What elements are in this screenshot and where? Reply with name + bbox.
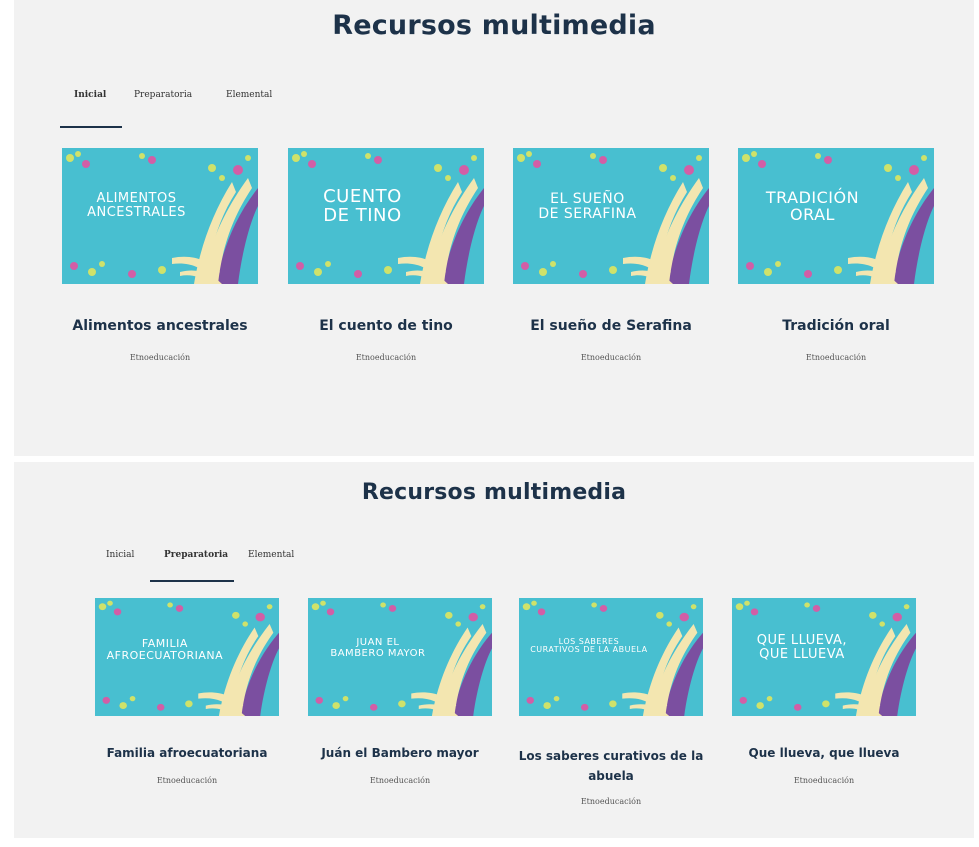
resource-title[interactable]: El cuento de tino	[268, 318, 504, 334]
thumbnail-line: ORAL	[790, 204, 835, 224]
resource-title[interactable]: Tradición oral	[718, 318, 954, 334]
tab-inicial[interactable]: Inicial	[74, 90, 106, 100]
resource-title[interactable]: Familia afroecuatoriana	[75, 746, 299, 760]
resource-source: Etnoeducación	[580, 797, 642, 806]
thumbnail-caption: LOS SABERES CURATIVOS DE LA ABUELA	[530, 637, 648, 655]
resource-thumbnail[interactable]: JUAN EL BAMBERO MAYOR	[308, 598, 492, 716]
thumbnail-caption: FAMILIA AFROECUATORIANA	[106, 638, 224, 661]
resource-thumbnail[interactable]: FAMILIA AFROECUATORIANA	[95, 598, 279, 716]
tab-elemental[interactable]: Elemental	[226, 90, 272, 100]
thumbnail-line: QUE LLUEVA	[759, 646, 845, 662]
active-tab-indicator	[150, 580, 234, 582]
resource-title[interactable]: Alimentos ancestrales	[42, 318, 278, 334]
multimedia-panel-preparatoria: Recursos multimedia Inicial Preparatoria…	[14, 462, 974, 838]
resource-thumbnail[interactable]: TRADICIÓN ORAL	[738, 148, 934, 284]
thumbnail-line: AFROECUATORIANA	[106, 648, 224, 662]
thumbnail-line: JUAN EL	[356, 637, 400, 648]
tab-preparatoria[interactable]: Preparatoria	[134, 90, 192, 100]
thumbnail-line: CURATIVOS DE LA ABUELA	[530, 645, 648, 655]
tab-elemental[interactable]: Elemental	[248, 550, 294, 560]
resource-title[interactable]: Juán el Bambero mayor	[288, 746, 512, 760]
resource-source: Etnoeducación	[580, 353, 642, 362]
thumbnail-line: ALIMENTOS	[96, 191, 177, 206]
resource-thumbnail[interactable]: ALIMENTOS ANCESTRALES	[62, 148, 258, 284]
tab-inicial[interactable]: Inicial	[106, 550, 134, 560]
section-title: Recursos multimedia	[361, 480, 627, 505]
thumbnail-caption: JUAN EL BAMBERO MAYOR	[319, 637, 437, 659]
resource-title[interactable]: Que llueva, que llueva	[712, 746, 936, 760]
resource-source: Etnoeducación	[355, 353, 417, 362]
resource-thumbnail[interactable]: CUENTO DE TINO	[288, 148, 484, 284]
section-title: Recursos multimedia	[332, 10, 656, 41]
thumbnail-caption: EL SUEÑO DE SERAFINA	[525, 192, 650, 221]
thumbnail-line: ANCESTRALES	[87, 204, 186, 220]
resource-source: Etnoeducación	[805, 353, 867, 362]
resource-thumbnail[interactable]: EL SUEÑO DE SERAFINA	[513, 148, 709, 284]
thumbnail-line: DE TINO	[323, 204, 402, 226]
thumbnail-caption: ALIMENTOS ANCESTRALES	[74, 192, 199, 219]
active-tab-indicator	[60, 126, 122, 128]
resource-thumbnail[interactable]: QUE LLUEVA, QUE LLUEVA	[732, 598, 916, 716]
resource-title[interactable]: Los saberes curativos de la abuela	[513, 746, 709, 786]
resource-title[interactable]: El sueño de Serafina	[493, 318, 729, 334]
tab-preparatoria[interactable]: Preparatoria	[164, 550, 228, 560]
multimedia-panel-inicial: Recursos multimedia Inicial Preparatoria…	[14, 0, 974, 456]
thumbnail-line: QUE LLUEVA,	[756, 633, 848, 648]
thumbnail-line: EL SUEÑO	[550, 191, 625, 207]
resource-source: Etnoeducación	[129, 353, 191, 362]
thumbnail-caption: QUE LLUEVA, QUE LLUEVA	[743, 634, 861, 661]
resource-source: Etnoeducación	[156, 776, 218, 785]
floral-decoration-icon	[522, 600, 703, 716]
thumbnail-line: DE SERAFINA	[538, 205, 637, 222]
thumbnail-line: FAMILIA	[141, 637, 188, 650]
thumbnail-line: BAMBERO MAYOR	[330, 647, 426, 659]
thumbnail-caption: CUENTO DE TINO	[300, 187, 425, 226]
resource-source: Etnoeducación	[369, 776, 431, 785]
thumbnail-caption: TRADICIÓN ORAL	[750, 189, 875, 224]
resource-source: Etnoeducación	[793, 776, 855, 785]
resource-thumbnail[interactable]: LOS SABERES CURATIVOS DE LA ABUELA	[519, 598, 703, 716]
